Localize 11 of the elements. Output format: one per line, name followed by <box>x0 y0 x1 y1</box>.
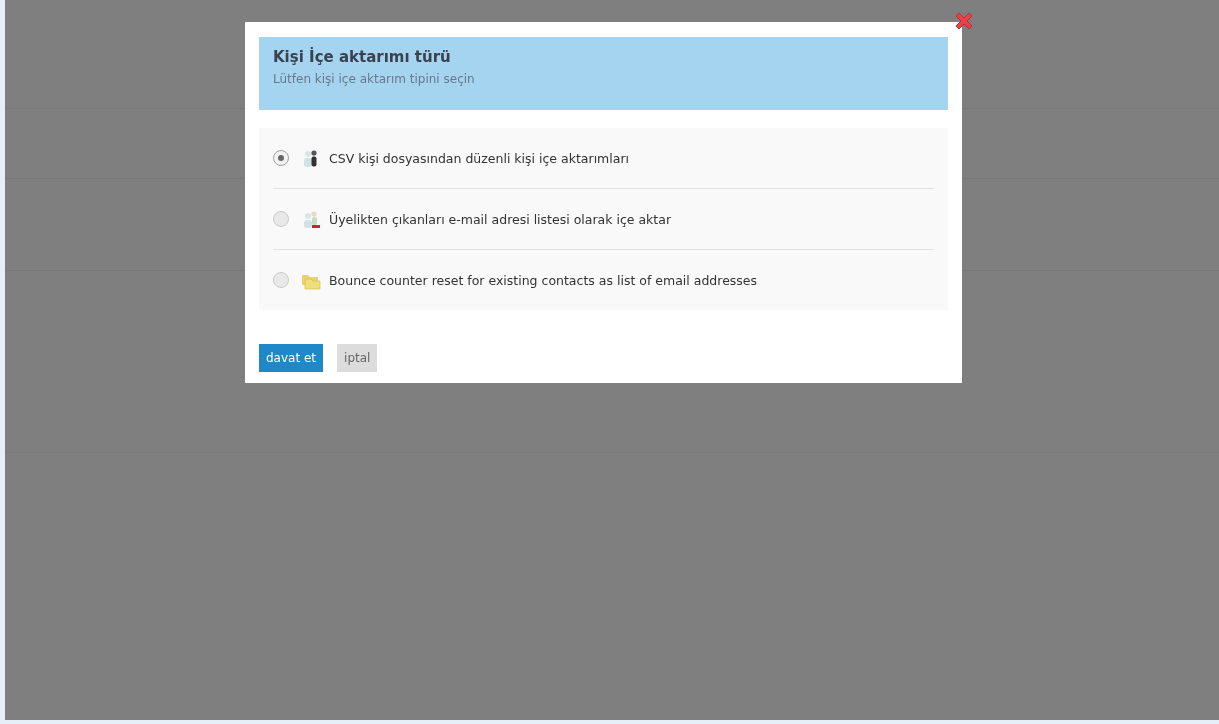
dialog-title: Kişi İçe aktarımı türü <box>273 48 452 66</box>
radio-button[interactable] <box>273 211 289 227</box>
radio-button[interactable] <box>273 272 289 288</box>
option-label: CSV kişi dosyasından düzenli kişi içe aktarımları <box>329 150 630 166</box>
dialog-subtitle: Lütfen kişi içe aktarım tipini seçin <box>273 72 476 86</box>
contacts-remove-icon <box>301 209 321 229</box>
invite-button[interactable]: davat et <box>259 344 324 372</box>
option-label: Bounce counter reset for existing contacts as list of email addresses <box>329 272 758 288</box>
option-label: Üyelikten çıkanları e-mail adresi listesi olarak içe aktar <box>329 211 672 227</box>
cancel-button[interactable]: iptal <box>337 344 378 372</box>
radio-button[interactable] <box>273 150 289 166</box>
